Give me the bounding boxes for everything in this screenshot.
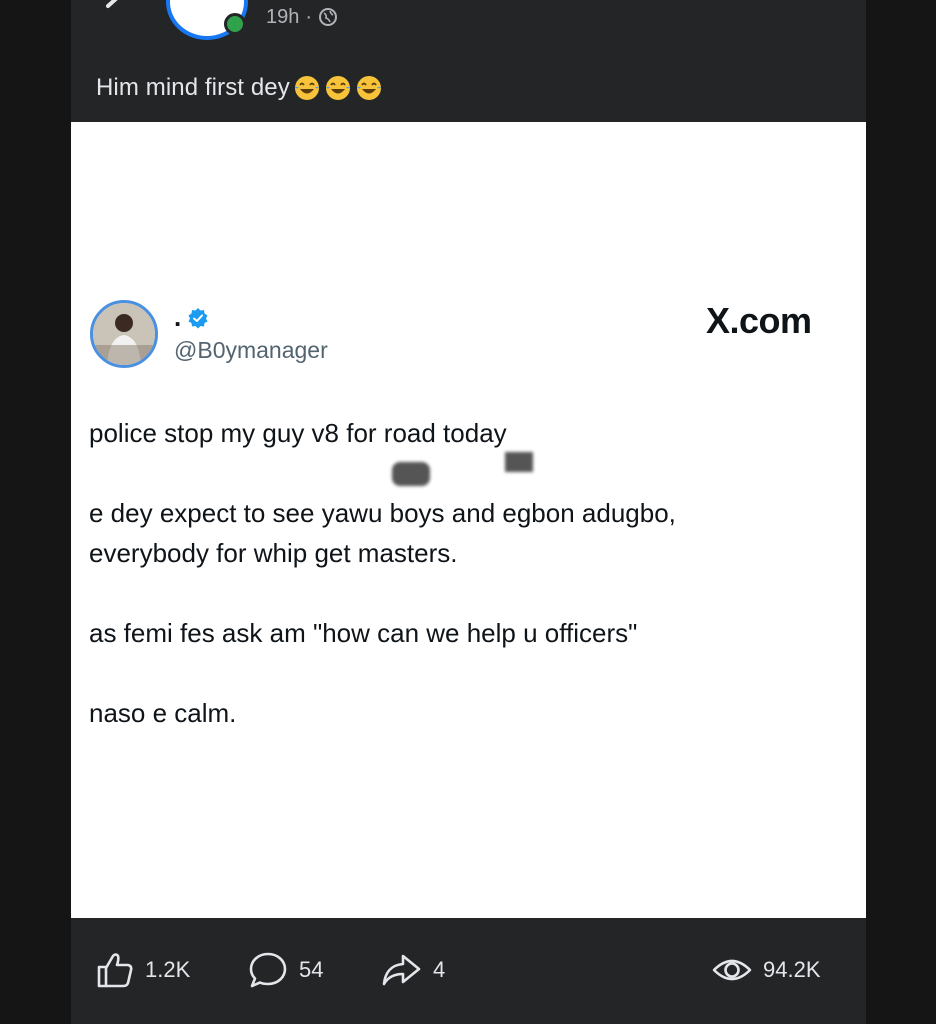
tweet-text-line: as femi fes ask am "how can we help u of… xyxy=(89,618,638,648)
caption-text: Him mind first dey xyxy=(96,74,290,101)
post-caption: Him mind first dey xyxy=(96,74,383,102)
eye-icon xyxy=(712,959,752,981)
tweet-text-line: everybody for whip get masters. xyxy=(89,538,458,568)
laughing-emoji-icon xyxy=(325,76,350,100)
redaction-blur xyxy=(392,462,430,486)
left-letterbox xyxy=(0,0,71,1024)
share-arrow-icon xyxy=(382,954,421,986)
thumbs-up-icon xyxy=(97,953,133,988)
post-time[interactable]: 19h xyxy=(266,6,299,29)
like-count: 1.2K xyxy=(145,957,191,982)
tweet-author-avatar xyxy=(90,300,158,368)
tweet-author-name: . xyxy=(174,302,209,333)
tweet-text-line: e dey expect to see yawu boys and egbon … xyxy=(89,498,676,528)
tweet-author-handle: @B0ymanager xyxy=(174,337,328,363)
post-meta: 19h · xyxy=(266,3,338,31)
comment-button[interactable]: 54 xyxy=(247,944,323,996)
view-count: 94.2K xyxy=(763,957,821,982)
person-photo-icon xyxy=(93,303,155,365)
more-options-icon[interactable] xyxy=(798,0,838,10)
share-button[interactable]: 4 xyxy=(381,944,445,996)
x-brand-logo: X.com xyxy=(706,300,812,341)
views-indicator: 94.2K xyxy=(711,944,821,996)
verified-badge-icon xyxy=(188,307,208,328)
right-letterbox xyxy=(866,0,936,1024)
like-button[interactable]: 1.2K xyxy=(95,944,190,996)
meta-separator: · xyxy=(305,5,313,28)
laughing-emoji-icon xyxy=(356,76,381,100)
share-count: 4 xyxy=(433,957,446,982)
comment-bubble-icon xyxy=(249,952,287,988)
back-arrow-icon[interactable] xyxy=(100,0,140,26)
redaction-blur xyxy=(505,452,533,472)
author-name-text: . xyxy=(174,302,182,332)
laughing-emoji-icon xyxy=(294,76,319,100)
tweet-text-line: police stop my guy v8 for road today xyxy=(89,418,507,448)
globe-icon xyxy=(319,8,338,26)
tweet-text-line: naso e calm. xyxy=(89,698,237,728)
post-action-bar: 1.2K 54 4 94.2K xyxy=(95,944,845,996)
comment-count: 54 xyxy=(299,957,324,982)
online-status-dot xyxy=(224,13,246,35)
